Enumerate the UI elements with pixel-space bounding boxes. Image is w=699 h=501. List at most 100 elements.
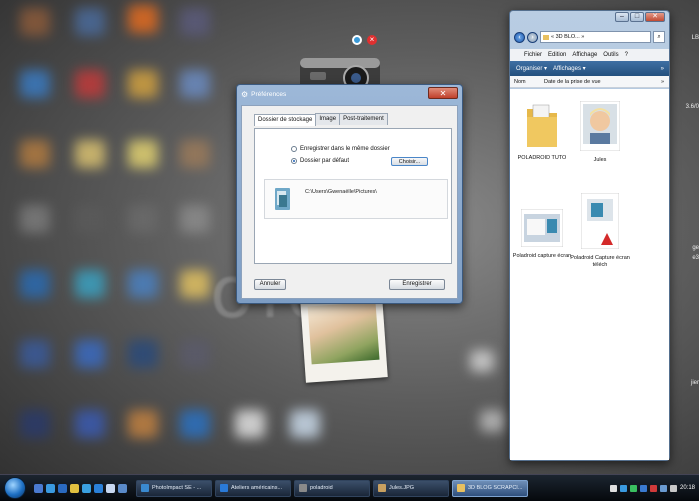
forward-arrow-icon[interactable]: › xyxy=(527,31,538,43)
tray-icon[interactable] xyxy=(609,484,617,492)
menu-file[interactable]: Fichier xyxy=(524,52,542,58)
desktop-icon[interactable] xyxy=(20,70,50,98)
tab-post-processing[interactable]: Post-traitement xyxy=(339,113,388,125)
desktop-icon[interactable] xyxy=(20,270,50,298)
radio-default-folder[interactable] xyxy=(291,158,297,164)
search-icon[interactable]: ⌕ xyxy=(653,31,665,43)
minimize-dot-icon[interactable] xyxy=(352,35,362,45)
taskbar-item[interactable]: Ateliers américains... xyxy=(215,479,291,497)
dialog-title: Préférences xyxy=(251,90,287,98)
desktop-icon[interactable] xyxy=(75,8,105,36)
desktop-icon[interactable] xyxy=(20,410,50,438)
desktop-icon[interactable] xyxy=(180,410,210,438)
column-date-taken[interactable]: Date de la prise de vue xyxy=(540,79,601,85)
menu-help[interactable]: ? xyxy=(625,52,628,58)
desktop-icon[interactable] xyxy=(235,410,265,438)
desktop-icon[interactable] xyxy=(180,140,210,168)
radio-same-folder[interactable] xyxy=(291,146,297,152)
tray-icon[interactable] xyxy=(649,484,657,492)
desktop-icon[interactable] xyxy=(75,205,105,233)
file-item[interactable]: Poladroid Capture écran téléch xyxy=(570,192,630,269)
taskbar-item[interactable]: poladroid xyxy=(294,479,370,497)
quicklaunch-folder-icon[interactable] xyxy=(46,483,55,493)
close-button[interactable]: ✕ xyxy=(428,87,458,99)
save-button[interactable]: Enregistrer xyxy=(389,279,445,290)
tab-image[interactable]: Image xyxy=(315,113,341,125)
desktop-icon[interactable] xyxy=(290,410,320,438)
file-item[interactable]: Jules xyxy=(570,100,630,164)
desktop-icon[interactable] xyxy=(20,205,50,233)
desktop-icon[interactable] xyxy=(128,5,158,33)
desktop-icon[interactable] xyxy=(20,340,50,368)
radio-default-folder-row[interactable]: Dossier par défaut xyxy=(291,158,349,164)
image-viewer-icon xyxy=(378,484,386,492)
quicklaunch-more-icon[interactable] xyxy=(118,483,127,493)
start-button[interactable] xyxy=(4,477,26,499)
menu-view[interactable]: Affichage xyxy=(572,52,597,58)
desktop-icon[interactable] xyxy=(75,270,105,298)
maximize-button[interactable]: □ xyxy=(630,12,644,22)
tab-storage-folder[interactable]: Dossier de stockage xyxy=(254,114,317,126)
desktop-edge-label: jier xyxy=(690,380,699,386)
close-dot-icon[interactable]: × xyxy=(367,35,377,45)
cancel-button[interactable]: Annuler xyxy=(254,279,286,290)
folder-icon xyxy=(457,484,465,492)
toolbar-overflow-button[interactable]: » xyxy=(661,66,669,72)
desktop-icon[interactable] xyxy=(470,350,494,372)
window-close-button[interactable]: ✕ xyxy=(645,12,665,22)
taskbar-item[interactable]: Jules.JPG xyxy=(373,479,449,497)
quicklaunch-browser-icon[interactable] xyxy=(58,483,67,493)
polaroid-photo[interactable] xyxy=(300,295,388,383)
menu-edit[interactable]: Edition xyxy=(548,52,566,58)
pdf-thumbnail-icon xyxy=(580,192,620,250)
address-bar[interactable]: « 3D BLO... » xyxy=(540,31,651,43)
desktop-icon[interactable] xyxy=(128,70,158,98)
tray-icon[interactable] xyxy=(629,484,637,492)
preferences-dialog: ⚙ Préférences ✕ Dossier de stockage Imag… xyxy=(236,84,463,304)
desktop-icon[interactable] xyxy=(180,8,210,36)
column-overflow[interactable]: » xyxy=(657,79,669,85)
taskbar-item-label: poladroid xyxy=(310,485,333,491)
desktop-icon[interactable] xyxy=(20,8,50,36)
quicklaunch-app-icon[interactable] xyxy=(82,483,91,493)
taskbar-item[interactable]: 3D BLOG SCRAPCI... xyxy=(452,479,528,497)
desktop-icon[interactable] xyxy=(180,270,210,298)
gear-icon: ⚙ xyxy=(241,89,249,99)
desktop-icon[interactable] xyxy=(480,410,504,432)
desktop-icon[interactable] xyxy=(180,205,210,233)
back-arrow-icon[interactable]: ‹ xyxy=(514,31,525,43)
desktop-icon[interactable] xyxy=(128,270,158,298)
network-icon[interactable] xyxy=(659,484,667,492)
desktop-icon[interactable] xyxy=(75,410,105,438)
desktop-icon[interactable] xyxy=(75,70,105,98)
quicklaunch-media-icon[interactable] xyxy=(70,483,79,493)
file-item[interactable]: Poladroid capture écran xyxy=(512,208,572,260)
views-button[interactable]: Affichages ▾ xyxy=(553,65,586,72)
menu-tools[interactable]: Outils xyxy=(603,52,618,58)
quicklaunch-ie-icon[interactable] xyxy=(94,483,103,493)
tray-icon[interactable] xyxy=(619,484,627,492)
column-name[interactable]: Nom xyxy=(510,79,540,85)
desktop-icon[interactable] xyxy=(75,140,105,168)
desktop-icon[interactable] xyxy=(128,140,158,168)
taskbar-item[interactable]: PhotoImpact SE - ... xyxy=(136,479,212,497)
quicklaunch-window-icon[interactable] xyxy=(106,483,115,493)
clock[interactable]: 20:18 xyxy=(680,485,695,491)
minimize-button[interactable]: – xyxy=(615,12,629,22)
taskbar: PhotoImpact SE - ... Ateliers américains… xyxy=(0,474,699,501)
choose-folder-button[interactable]: Choisir... xyxy=(391,157,428,166)
file-item[interactable]: POLADROID TUTO xyxy=(512,103,572,162)
organize-button[interactable]: Organiser ▾ xyxy=(516,65,547,72)
volume-icon[interactable] xyxy=(669,484,677,492)
desktop-icon[interactable] xyxy=(20,140,50,168)
radio-same-folder-row[interactable]: Enregistrer dans le même dossier xyxy=(291,146,390,152)
dialog-body: Dossier de stockage Image Post-traitemen… xyxy=(241,105,458,299)
desktop-icon[interactable] xyxy=(128,205,158,233)
desktop-icon[interactable] xyxy=(75,340,105,368)
tray-icon[interactable] xyxy=(639,484,647,492)
desktop-icon[interactable] xyxy=(128,410,158,438)
desktop-icon[interactable] xyxy=(180,70,210,98)
desktop-icon[interactable] xyxy=(180,340,210,368)
desktop-icon[interactable] xyxy=(128,340,158,368)
quicklaunch-desktop-icon[interactable] xyxy=(34,483,43,493)
